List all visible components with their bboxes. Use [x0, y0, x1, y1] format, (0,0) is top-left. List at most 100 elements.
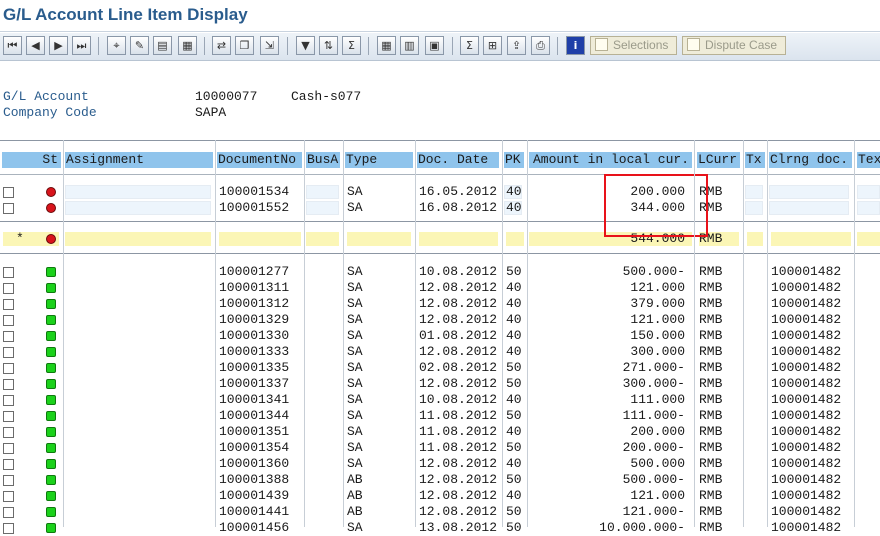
clearing-document: 100001482: [771, 360, 842, 375]
amount-local-currency: 300.000: [630, 344, 685, 359]
dispute-case-button[interactable]: Dispute Case: [682, 36, 786, 55]
change-layout-icon[interactable]: ▥: [400, 36, 419, 55]
row-select-checkbox[interactable]: [3, 523, 14, 534]
amount-local-currency: 111.000: [630, 392, 685, 407]
row-select-checkbox[interactable]: [3, 315, 14, 326]
edit-icon[interactable]: ✎: [130, 36, 149, 55]
cleared-status-icon: [46, 523, 56, 533]
row-select-checkbox[interactable]: [3, 203, 14, 214]
company-code-label: Company Code: [3, 105, 97, 120]
select-layout-icon[interactable]: ⊞: [483, 36, 502, 55]
toolbar-separator: [368, 37, 369, 55]
column-header-label: Amount in local cur.: [532, 152, 689, 167]
clearing-document: 100001482: [771, 296, 842, 311]
local-currency: RMB: [699, 296, 723, 311]
document-number: 100001333: [219, 344, 290, 359]
document-date: 16.05.2012: [419, 184, 498, 199]
local-currency: RMB: [699, 440, 723, 455]
next-page-icon[interactable]: ▶: [49, 36, 68, 55]
sort-icon[interactable]: ⇅: [319, 36, 338, 55]
amount-local-currency: 200.000: [630, 424, 685, 439]
subtotal-icon[interactable]: Σ: [342, 36, 361, 55]
column-header-label: Clrng doc.: [770, 152, 849, 167]
cleared-status-icon: [46, 443, 56, 453]
row-select-checkbox[interactable]: [3, 507, 14, 518]
dispute-case-icon: [687, 38, 700, 51]
cleared-status-icon: [46, 331, 56, 341]
selections-button[interactable]: Selections: [590, 36, 677, 55]
document-date: 01.08.2012: [419, 328, 498, 343]
first-page-icon[interactable]: ⏮: [3, 36, 22, 55]
local-currency: RMB: [699, 456, 723, 471]
row-select-checkbox[interactable]: [3, 187, 14, 198]
document-type: SA: [347, 296, 363, 311]
local-currency: RMB: [699, 408, 723, 423]
amount-local-currency: 500.000: [630, 456, 685, 471]
row-select-checkbox[interactable]: [3, 363, 14, 374]
column-divider: [743, 140, 744, 527]
filter-icon[interactable]: ▼: [296, 36, 315, 55]
clearing-document: 100001482: [771, 392, 842, 407]
posting-key: 50: [506, 504, 522, 519]
document-number: 100001354: [219, 440, 290, 455]
document-type: SA: [347, 360, 363, 375]
row-select-checkbox[interactable]: [3, 347, 14, 358]
document-number: 100001341: [219, 392, 290, 407]
row-select-checkbox[interactable]: [3, 299, 14, 310]
row-select-checkbox[interactable]: [3, 443, 14, 454]
document-date: 13.08.2012: [419, 520, 498, 535]
export-icon[interactable]: ⇪: [507, 36, 526, 55]
choose-icon[interactable]: ⌖: [107, 36, 126, 55]
row-select-checkbox[interactable]: [3, 427, 14, 438]
display-document-icon[interactable]: ▤: [153, 36, 172, 55]
column-header-label: Type: [346, 152, 378, 167]
document-number: 100001344: [219, 408, 290, 423]
document-date: 11.08.2012: [419, 408, 498, 423]
amount-local-currency: 121.000: [630, 488, 685, 503]
save-layout-icon[interactable]: ▣: [425, 36, 444, 55]
posting-key: 50: [506, 472, 522, 487]
application-toolbar: ⏮ ◀ ▶ ⏭ ⌖ ✎ ▤ ▦ ⇄ ❐ ⇲ ▼ ⇅ Σ ▦ ▥ ▣ Σ ⊞ ⇪ …: [0, 33, 880, 61]
row-select-checkbox[interactable]: [3, 379, 14, 390]
row-select-checkbox[interactable]: [3, 267, 14, 278]
row-select-checkbox[interactable]: [3, 459, 14, 470]
document-date: 10.08.2012: [419, 264, 498, 279]
last-page-icon[interactable]: ⏭: [72, 36, 91, 55]
layout-grid-icon[interactable]: ▦: [377, 36, 396, 55]
document-type: SA: [347, 328, 363, 343]
ledger-icon[interactable]: ▦: [178, 36, 197, 55]
document-date: 02.08.2012: [419, 360, 498, 375]
subtotal-cell: [419, 232, 498, 246]
document-type: SA: [347, 200, 363, 215]
column-header-label: Tex: [858, 152, 880, 167]
row-select-checkbox[interactable]: [3, 395, 14, 406]
amount-local-currency: 271.000-: [622, 360, 685, 375]
info-icon[interactable]: i: [566, 36, 585, 55]
subtotal-status-icon: [46, 234, 56, 244]
open-status-icon: [46, 187, 56, 197]
posting-key: 40: [506, 488, 522, 503]
row-select-checkbox[interactable]: [3, 411, 14, 422]
sum-icon[interactable]: Σ: [460, 36, 479, 55]
grid-top-border: [0, 140, 880, 141]
previous-page-icon[interactable]: ◀: [26, 36, 45, 55]
print-icon[interactable]: ⎙: [531, 36, 550, 55]
gl-account-value: 10000077: [195, 89, 258, 104]
row-select-checkbox[interactable]: [3, 491, 14, 502]
row-select-checkbox[interactable]: [3, 475, 14, 486]
document-type: AB: [347, 472, 363, 487]
document-number: 100001277: [219, 264, 290, 279]
copy-icon[interactable]: ❐: [235, 36, 254, 55]
row-select-checkbox[interactable]: [3, 283, 14, 294]
local-currency: RMB: [699, 488, 723, 503]
transfer-icon[interactable]: ⇲: [260, 36, 279, 55]
clearing-document: 100001482: [771, 376, 842, 391]
posting-key: 40: [506, 424, 522, 439]
clearing-document: 100001482: [771, 312, 842, 327]
row-select-checkbox[interactable]: [3, 331, 14, 342]
clearing-document: 100001482: [771, 456, 842, 471]
posting-key: 50: [506, 440, 522, 455]
change-icon[interactable]: ⇄: [212, 36, 231, 55]
local-currency: RMB: [699, 264, 723, 279]
amount-local-currency: 111.000-: [622, 408, 685, 423]
